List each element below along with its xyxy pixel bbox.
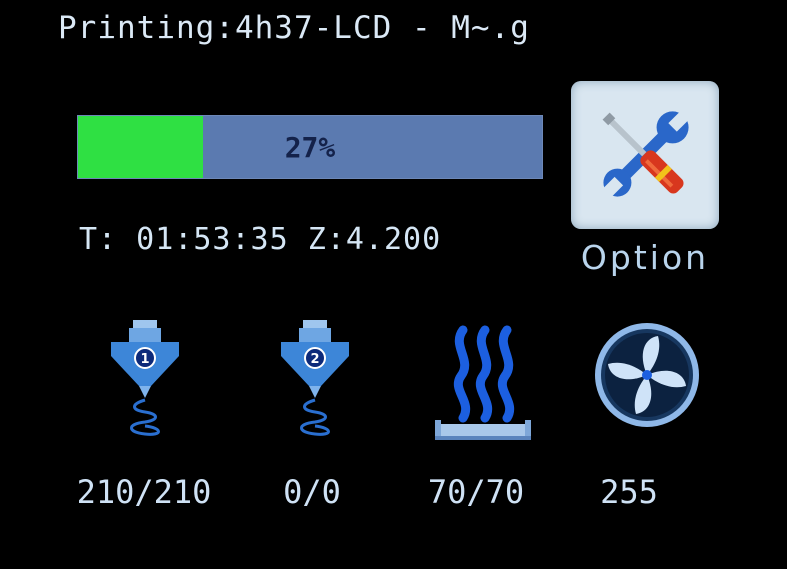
extruder-2-icon: 2 xyxy=(281,320,349,436)
extruder-1-icon: 1 xyxy=(111,320,179,436)
bed-temp: 70/70 xyxy=(427,473,525,511)
extruder-1-badge: 1 xyxy=(140,352,149,367)
extruder-2-badge: 2 xyxy=(310,352,319,367)
heated-bed-button[interactable] xyxy=(418,320,548,450)
fan-icon xyxy=(595,323,699,427)
progress-bar: 27% xyxy=(77,115,543,179)
fan-button[interactable] xyxy=(582,320,712,450)
extruder-1-button[interactable]: 1 xyxy=(80,320,210,450)
fan-speed: 255 xyxy=(600,473,658,511)
option-label[interactable]: Option xyxy=(571,238,719,277)
time-z-status: T: 01:53:35 Z:4.200 xyxy=(79,222,442,257)
print-title: Printing:4h37-LCD - M~.g xyxy=(58,10,530,46)
wrench-screwdriver-icon xyxy=(601,110,690,199)
extruder-2-temp: 0/0 xyxy=(283,473,341,511)
heated-bed-icon xyxy=(435,325,531,440)
option-button[interactable] xyxy=(571,81,719,229)
progress-percent: 27% xyxy=(284,130,336,164)
extruder-1-temp: 210/210 xyxy=(76,473,212,511)
extruder-2-button[interactable]: 2 xyxy=(250,320,380,450)
